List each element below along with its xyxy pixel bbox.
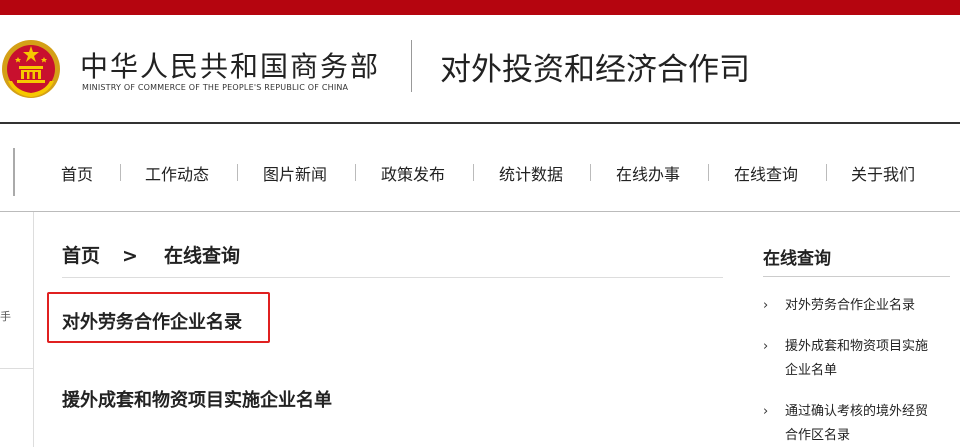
sidebar-item-label-cont: 企业名单 — [785, 363, 838, 378]
chevron-right-icon: › — [763, 404, 769, 419]
top-red-bar — [0, 0, 960, 15]
nav-item-home[interactable]: 首页 — [61, 161, 93, 185]
sidebar-item-foreign-aid[interactable]: › 援外成套和物资项目实施 企业名单 — [763, 335, 953, 383]
nav-item-about-us[interactable]: 关于我们 — [851, 161, 915, 185]
sidebar-title: 在线查询 — [763, 249, 831, 269]
left-column-border — [33, 212, 34, 447]
sidebar-item-trade-zones[interactable]: › 通过确认考核的境外经贸 合作区名录 — [763, 400, 953, 447]
chevron-right-icon: › — [763, 298, 769, 313]
nav-separator — [473, 164, 474, 181]
nav-separator — [120, 164, 121, 181]
nav-item-online-services[interactable]: 在线办事 — [616, 161, 680, 185]
sidebar-item-label-cont: 合作区名录 — [785, 428, 851, 443]
department-name: 对外投资和经济合作司 — [440, 52, 750, 88]
nav-separator — [237, 164, 238, 181]
left-column-divider — [0, 368, 33, 369]
nav-separator — [355, 164, 356, 181]
header-divider — [411, 40, 412, 92]
ministry-name-en: MINISTRY OF COMMERCE OF THE PEOPLE'S REP… — [82, 83, 349, 92]
breadcrumb: 首页 > 在线查询 — [62, 241, 240, 268]
breadcrumb-separator: > — [122, 245, 138, 267]
list-item-foreign-aid-enterprises[interactable]: 援外成套和物资项目实施企业名单 — [62, 386, 332, 412]
sidebar-item-labor-directory[interactable]: › 对外劳务合作企业名录 — [763, 294, 953, 318]
nav-separator — [708, 164, 709, 181]
nav-separator — [590, 164, 591, 181]
sidebar-item-label: 援外成套和物资项目实施 — [785, 339, 929, 354]
national-emblem-icon — [2, 40, 60, 98]
sidebar-item-label: 对外劳务合作企业名录 — [785, 298, 916, 313]
nav-item-policy[interactable]: 政策发布 — [381, 161, 445, 185]
nav-item-online-query[interactable]: 在线查询 — [734, 161, 798, 185]
nav-left-bar — [13, 148, 15, 196]
nav-item-work-news[interactable]: 工作动态 — [145, 161, 209, 185]
main-nav: 首页 工作动态 图片新闻 政策发布 统计数据 在线办事 在线查询 关于我们 — [0, 124, 960, 212]
ministry-name-cn: 中华人民共和国商务部 — [80, 50, 381, 83]
breadcrumb-home[interactable]: 首页 — [62, 241, 100, 268]
nav-item-statistics[interactable]: 统计数据 — [499, 161, 563, 185]
breadcrumb-rule — [62, 277, 723, 278]
sidebar-item-label: 通过确认考核的境外经贸 — [785, 404, 929, 419]
list-item-labor-cooperation-directory[interactable]: 对外劳务合作企业名录 — [62, 308, 242, 334]
nav-item-photo-news[interactable]: 图片新闻 — [263, 161, 327, 185]
site-header: 中华人民共和国商务部 MINISTRY OF COMMERCE OF THE P… — [0, 15, 960, 123]
breadcrumb-current: 在线查询 — [163, 245, 240, 267]
left-column-partial-text: 手 — [0, 310, 11, 323]
sidebar-rule — [763, 276, 950, 277]
nav-separator — [826, 164, 827, 181]
chevron-right-icon: › — [763, 339, 769, 354]
